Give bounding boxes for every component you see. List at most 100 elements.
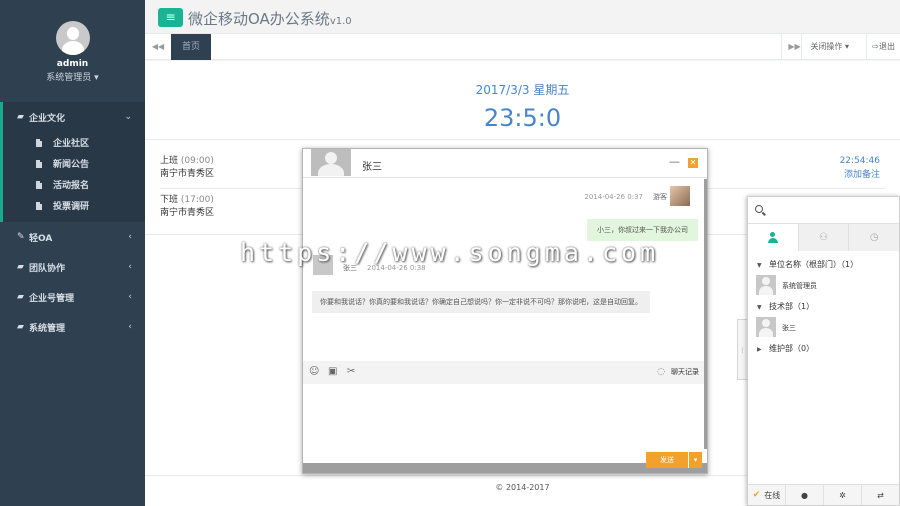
checkout-label: 下班	[160, 195, 179, 205]
tab-home[interactable]: 首页	[171, 34, 212, 60]
member-name: 系统管理员	[782, 282, 817, 290]
tree-group-tech[interactable]: ▼ 技术部（1）	[748, 299, 899, 315]
profile-role-dropdown[interactable]: 系统管理员 ▾	[0, 70, 145, 83]
gear-icon: ✲	[839, 490, 846, 500]
chat-header[interactable]: 张三 — ✕	[303, 149, 707, 178]
exit-button[interactable]: ⇨退出	[866, 34, 900, 60]
chat-window: 张三 — ✕ 2014-04-26 0:37 游客 小三，你叔过来一下我办公司 张…	[302, 148, 708, 474]
file-icon	[36, 201, 42, 210]
member-avatar	[756, 275, 776, 295]
send-options-icon[interactable]: ▾	[688, 452, 702, 468]
backward-icon: ◀◀	[151, 42, 165, 51]
check-circle-icon: ✔	[752, 490, 761, 500]
chevron-left-icon: ‹	[128, 262, 132, 272]
caret-down-icon: ▼	[757, 262, 762, 269]
tab-recent[interactable]: ◷	[848, 224, 900, 251]
chevron-left-icon: ‹	[128, 292, 132, 302]
member-avatar	[756, 317, 776, 337]
online-status-button[interactable]: ✔ 在线	[748, 485, 785, 505]
file-icon	[36, 159, 42, 168]
checkin-clock: 22:54:46	[839, 156, 880, 166]
paperclip-icon[interactable]: ✂	[347, 366, 355, 377]
sender-avatar	[670, 186, 690, 206]
sidebar-item-label: 轻OA	[29, 233, 53, 244]
sidebar-subitem-label: 活动报名	[53, 181, 90, 191]
sidebar-item-label: 企业文化	[29, 113, 66, 124]
contact-panel-footer: ✔ 在线 ● ✲ ⇄	[748, 484, 899, 505]
chat-toolbar: ☺ ▣ ✂ ◌ 聊天记录	[303, 361, 707, 384]
sidebar-subitem-label: 新闻公告	[53, 160, 90, 170]
sidebar-item-teamwork[interactable]: ▰ 团队协作 ‹	[0, 252, 145, 282]
panel-collapse-handle[interactable]: ⋮	[737, 319, 747, 380]
chat-history-button[interactable]: ◌ 聊天记录	[657, 367, 699, 377]
message-sender: 游客	[653, 193, 667, 201]
menu-toggle-button[interactable]: ≡	[158, 8, 183, 27]
users-icon: ⚇	[819, 232, 828, 243]
close-button[interactable]: ✕	[688, 158, 698, 168]
tab-contacts[interactable]	[748, 224, 798, 251]
watermark: https://www.songma.com	[240, 238, 660, 267]
tree-group-maintenance[interactable]: ▶ 维护部（0）	[748, 341, 899, 357]
current-date: 2017/3/3 星期五	[475, 83, 570, 97]
file-icon	[36, 138, 42, 147]
chat-input[interactable]	[303, 384, 707, 449]
tab-scroll-left-button[interactable]: ◀◀	[145, 34, 171, 60]
submenu-culture: 企业社区 新闻公告 活动报名 投票调研	[0, 132, 145, 222]
sidebar-subitem-label: 企业社区	[53, 139, 90, 149]
tree-member[interactable]: 系统管理员	[748, 273, 899, 299]
clock-icon: ◷	[869, 232, 879, 243]
settings-button[interactable]: ✲	[823, 485, 861, 505]
app-version: v1.0	[329, 16, 352, 27]
messages-button[interactable]: ●	[785, 485, 823, 505]
folder-open-icon: ▰	[17, 262, 24, 272]
online-status-label: 在线	[764, 490, 781, 500]
sidebar-item-enterprise[interactable]: ▰ 企业号管理 ‹	[0, 282, 145, 312]
chat-history-label: 聊天记录	[671, 368, 699, 376]
chat-contact-avatar	[311, 149, 351, 176]
profile: admin 系统管理员 ▾	[0, 0, 145, 102]
close-ops-dropdown[interactable]: 关闭操作 ▾	[801, 34, 857, 60]
forward-icon: ▶▶	[788, 42, 801, 51]
chevron-left-icon: ‹	[128, 322, 132, 332]
profile-name: admin	[56, 59, 89, 69]
sidebar-subitem-label: 投票调研	[53, 202, 90, 212]
tree-group-label: 维护部（0）	[769, 344, 815, 353]
sidebar-subitem-vote[interactable]: 投票调研	[3, 195, 145, 216]
contact-tree: ▼ 单位名称（根部门）（1） 系统管理员 ▼ 技术部（1） 张三 ▶ 维护部（0）	[748, 257, 899, 357]
caret-down-icon: ▼	[757, 304, 762, 311]
sidebar-item-label: 团队协作	[29, 263, 66, 274]
minimize-icon: —	[669, 155, 680, 168]
minimize-button[interactable]: —	[669, 155, 680, 168]
topbar: ≡ 微企移动OA办公系统v1.0	[145, 0, 900, 34]
sidebar-menu: ▰ 企业文化 ⌄	[0, 102, 145, 132]
member-name: 张三	[782, 324, 796, 332]
checkin-time: (09:00)	[180, 156, 214, 166]
avatar[interactable]	[55, 21, 90, 55]
sidebar-subitem-events[interactable]: 活动报名	[3, 174, 145, 195]
tab-groups[interactable]: ⚇	[797, 224, 849, 251]
comment-icon: ●	[801, 490, 808, 500]
sidebar-subitem-news[interactable]: 新闻公告	[3, 153, 145, 174]
tree-group-root[interactable]: ▼ 单位名称（根部门）（1）	[748, 257, 899, 273]
contact-search-input[interactable]	[748, 197, 899, 224]
add-note-link[interactable]: 添加备注	[840, 168, 880, 182]
sidebar-item-system[interactable]: ▰ 系统管理 ‹	[0, 312, 145, 342]
image-icon[interactable]: ▣	[328, 366, 337, 377]
user-icon	[767, 232, 778, 243]
sidebar-item-light-oa[interactable]: ✎ 轻OA ‹	[0, 222, 145, 252]
tree-member[interactable]: 张三	[748, 315, 899, 341]
checkin-status: 22:54:46 添加备注	[840, 154, 880, 182]
sidebar-subitem-community[interactable]: 企业社区	[3, 132, 145, 153]
contact-tabs: ⚇ ◷	[748, 224, 900, 251]
chat-scrollbar[interactable]	[704, 179, 707, 449]
sidebar-item-culture[interactable]: ▰ 企业文化 ⌄	[0, 102, 145, 132]
hamburger-icon: ≡	[165, 10, 176, 24]
current-time: 23:5:0	[483, 104, 562, 132]
send-button[interactable]: 发送 ▾	[646, 452, 702, 468]
folder-open-icon: ▰	[17, 292, 24, 302]
edit-icon: ✎	[17, 232, 25, 242]
emoji-icon[interactable]: ☺	[309, 366, 319, 377]
switch-button[interactable]: ⇄	[861, 485, 899, 505]
exchange-icon: ⇄	[877, 490, 884, 500]
contact-panel: ⚇ ◷ ▼ 单位名称（根部门）（1） 系统管理员 ▼ 技术部（1） 张三 ▶ 维护部（…	[747, 196, 900, 506]
